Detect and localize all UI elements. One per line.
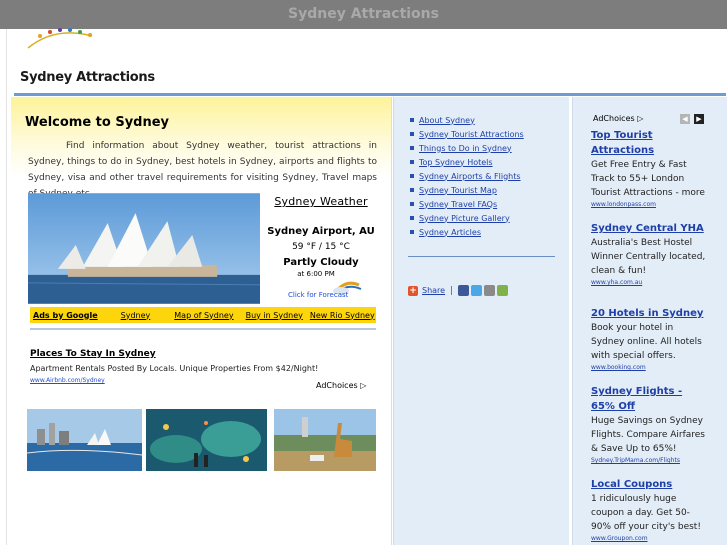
bullet-icon: [410, 132, 414, 136]
bullet-icon: [410, 230, 414, 234]
nav-label[interactable]: About Sydney: [419, 116, 475, 125]
nav-item-things-to-do[interactable]: Things to Do in Sydney: [410, 141, 524, 155]
weather-condition: Partly Cloudy: [283, 257, 359, 268]
right-ad-4: Sydney Flights - 65% Off Huge Savings on…: [591, 384, 709, 466]
nav-label[interactable]: Sydney Tourist Map: [419, 186, 497, 195]
nav-item-airports-flights[interactable]: Sydney Airports & Flights: [410, 169, 524, 183]
right-ad-url[interactable]: www.yha.com.au: [591, 278, 709, 288]
right-ad-title[interactable]: 20 Hotels in Sydney: [591, 306, 709, 321]
right-ad-description: Get Free Entry & Fast Track to 55+ Londo…: [591, 160, 705, 198]
nav-label[interactable]: Things to Do in Sydney: [419, 144, 512, 153]
share-plus-icon[interactable]: +: [408, 285, 418, 296]
nav-item-tourist-map[interactable]: Sydney Tourist Map: [410, 183, 524, 197]
share-separator: |: [450, 285, 454, 296]
nav-item-picture-gallery[interactable]: Sydney Picture Gallery: [410, 211, 524, 225]
logo-arc-icon: [27, 28, 93, 49]
right-ad-url[interactable]: www.Groupon.com: [591, 534, 709, 544]
right-ad-title[interactable]: Top Tourist Attractions: [591, 128, 709, 158]
bullet-icon: [410, 202, 414, 206]
site-navigation: About Sydney Sydney Tourist Attractions …: [410, 113, 524, 239]
adchoices-icon[interactable]: ▷: [637, 114, 643, 123]
right-ad-description: Book your hotel in Sydney online. All ho…: [591, 323, 702, 361]
section-divider: [30, 328, 376, 330]
adchoices-icon[interactable]: ▷: [360, 381, 366, 390]
nav-label[interactable]: Sydney Tourist Attractions: [419, 130, 524, 139]
twitter-icon[interactable]: [471, 285, 483, 296]
ad-link-new-rio-sydney[interactable]: New Rio Sydney: [310, 311, 375, 320]
ad-link-buy-in-sydney[interactable]: Buy in Sydney: [246, 311, 303, 320]
ad-link-sydney[interactable]: Sydney: [121, 311, 151, 320]
right-ad-3: 20 Hotels in Sydney Book your hotel in S…: [591, 306, 709, 373]
share-bar: + Share |: [408, 285, 510, 296]
right-ad-url[interactable]: Sydney.TripMama.com/Flights: [591, 456, 709, 466]
ad-description: Apartment Rentals Posted By Locals. Uniq…: [30, 364, 319, 373]
right-ad-description: 1 ridiculously huge coupon a day. Get 50…: [591, 494, 701, 532]
bullet-icon: [410, 146, 414, 150]
nav-item-about-sydney[interactable]: About Sydney: [410, 113, 524, 127]
ad-links-bar: Ads by Google Sydney Map of Sydney Buy i…: [30, 307, 376, 323]
bullet-icon: [410, 160, 414, 164]
bullet-icon: [410, 216, 414, 220]
share-link[interactable]: Share: [422, 286, 445, 295]
adchoices-label[interactable]: AdChoices ▷: [316, 381, 366, 390]
browser-title-bar: Sydney Attractions: [0, 0, 727, 29]
logo-text[interactable]: Sydney Attractions: [20, 70, 155, 85]
header-divider: [14, 93, 726, 96]
bullet-icon: [410, 118, 414, 122]
nav-item-articles[interactable]: Sydney Articles: [410, 225, 524, 239]
weather-temperature: 59 °F / 15 °C: [292, 242, 350, 252]
right-ad-url[interactable]: www.booking.com: [591, 363, 709, 373]
window-title: Sydney Attractions: [288, 6, 439, 22]
nav-label[interactable]: Top Sydney Hotels: [419, 158, 493, 167]
facebook-icon[interactable]: [458, 285, 470, 296]
nav-label[interactable]: Sydney Picture Gallery: [419, 214, 510, 223]
right-ad-url[interactable]: www.londonpass.com: [591, 200, 709, 210]
right-ad-description: Australia's Best Hostel Winner Centrally…: [591, 238, 706, 276]
nav-item-tourist-attractions[interactable]: Sydney Tourist Attractions: [410, 127, 524, 141]
right-ad-2: Sydney Central YHA Australia's Best Host…: [591, 221, 709, 288]
forecast-link[interactable]: Click for Forecast: [288, 291, 348, 299]
weather-widget: Sydney Weather Sydney Airport, AU 59 °F …: [262, 195, 380, 295]
right-ad-title[interactable]: Sydney Flights - 65% Off: [591, 384, 709, 414]
bookmark-icon[interactable]: [497, 285, 509, 296]
nav-label[interactable]: Sydney Airports & Flights: [419, 172, 521, 181]
page-title: Welcome to Sydney: [25, 115, 170, 130]
ad-title[interactable]: Places To Stay In Sydney: [30, 349, 156, 359]
right-ad-title[interactable]: Local Coupons: [591, 477, 709, 492]
right-ad-1: Top Tourist Attractions Get Free Entry &…: [591, 128, 709, 210]
nav-label[interactable]: Sydney Articles: [419, 228, 481, 237]
zoo-thumbnail[interactable]: [274, 409, 376, 471]
bullet-icon: [410, 188, 414, 192]
nav-item-travel-faqs[interactable]: Sydney Travel FAQs: [410, 197, 524, 211]
adchoices-text[interactable]: AdChoices: [593, 114, 635, 123]
ad-prev-arrow-icon[interactable]: ◀: [680, 114, 690, 124]
nav-item-top-hotels[interactable]: Top Sydney Hotels: [410, 155, 524, 169]
ad-link-map-of-sydney[interactable]: Map of Sydney: [174, 311, 233, 320]
opera-house-photo[interactable]: [28, 193, 260, 304]
weather-title[interactable]: Sydney Weather: [262, 195, 380, 208]
ad-next-arrow-icon[interactable]: ▶: [694, 114, 704, 124]
right-ad-5: Local Coupons 1 ridiculously huge coupon…: [591, 477, 709, 544]
aquarium-thumbnail[interactable]: [146, 409, 267, 471]
adchoices-text[interactable]: AdChoices: [316, 381, 358, 390]
print-icon[interactable]: [484, 285, 496, 296]
bullet-icon: [410, 174, 414, 178]
right-ad-title[interactable]: Sydney Central YHA: [591, 221, 709, 236]
nav-divider: [408, 256, 555, 257]
weather-location: Sydney Airport, AU: [267, 226, 375, 237]
harbour-thumbnail[interactable]: [27, 409, 142, 471]
nav-label[interactable]: Sydney Travel FAQs: [419, 200, 497, 209]
ad-url[interactable]: www.Airbnb.com/Sydney: [30, 377, 105, 384]
ads-by-google-link[interactable]: Ads by Google: [33, 311, 98, 320]
adchoices-label[interactable]: AdChoices ▷: [593, 114, 643, 123]
right-ad-description: Huge Savings on Sydney Flights. Compare …: [591, 416, 705, 454]
